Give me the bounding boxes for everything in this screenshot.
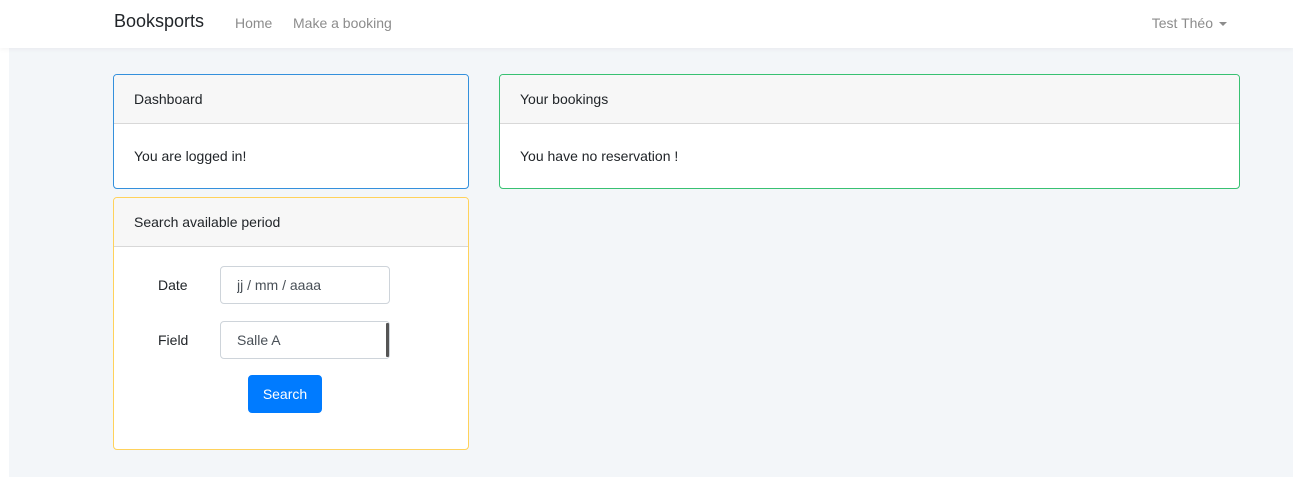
nav-link-make-booking[interactable]: Make a booking [293, 15, 392, 31]
brand-link[interactable]: Booksports [114, 11, 204, 32]
top-navbar: Booksports Home Make a booking Test Théo [0, 0, 1293, 48]
date-input[interactable] [220, 266, 390, 304]
dashboard-card-body: You are logged in! [134, 148, 247, 164]
dashboard-card: Dashboard You are logged in! [113, 74, 469, 189]
field-select-value: Salle A [237, 332, 281, 348]
search-button[interactable]: Search [248, 375, 322, 413]
field-form-row: Field Salle A [114, 321, 468, 359]
date-form-row: Date [114, 266, 468, 304]
select-handle-icon [386, 323, 389, 357]
caret-down-icon [1219, 22, 1227, 26]
user-name: Test Théo [1151, 15, 1213, 31]
search-card: Search available period Date Field Salle… [113, 197, 469, 450]
dashboard-card-header: Dashboard [114, 75, 468, 124]
field-select[interactable]: Salle A [220, 321, 390, 359]
bookings-card-body: You have no reservation ! [520, 148, 679, 164]
user-menu-dropdown[interactable]: Test Théo [1152, 15, 1227, 31]
nav-link-home[interactable]: Home [235, 15, 272, 31]
bookings-card-header: Your bookings [500, 75, 1239, 124]
bookings-card: Your bookings You have no reservation ! [499, 74, 1240, 189]
search-card-header: Search available period [114, 198, 468, 247]
